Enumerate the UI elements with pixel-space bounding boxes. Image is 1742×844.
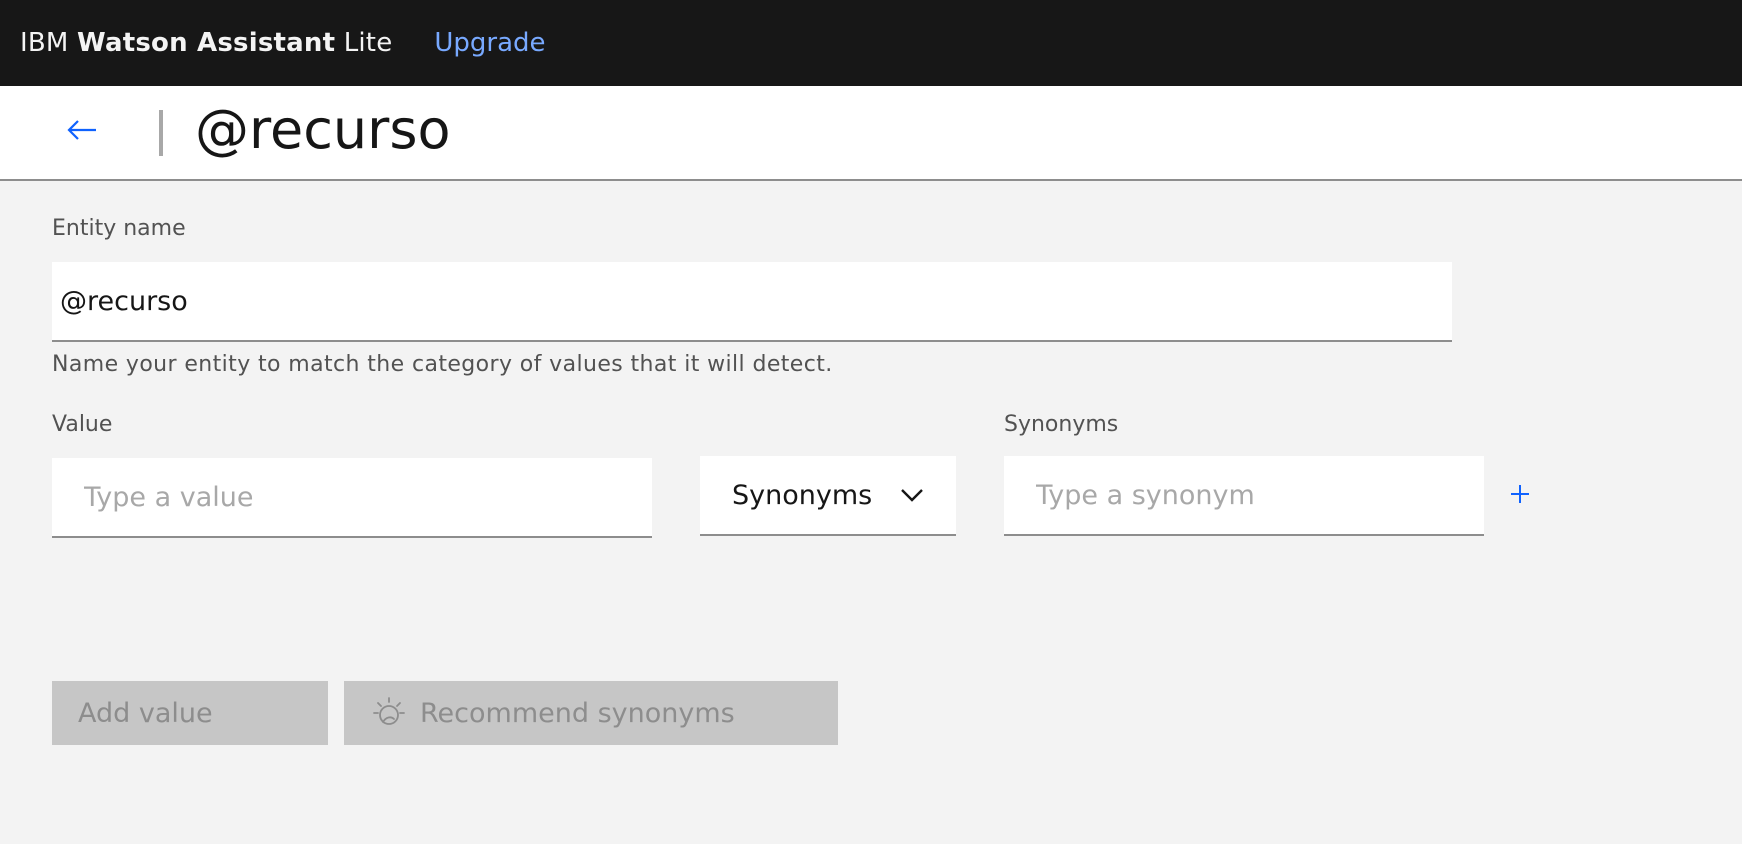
product-name: IBM Watson Assistant Lite — [20, 28, 392, 58]
chevron-down-icon — [901, 489, 923, 502]
watson-lightbulb-icon — [372, 696, 406, 730]
header-divider — [159, 110, 163, 156]
back-button[interactable] — [56, 108, 108, 152]
upgrade-link[interactable]: Upgrade — [434, 28, 545, 58]
dropdown-selected-label: Synonyms — [732, 479, 873, 511]
brand-bold: Watson Assistant — [77, 28, 336, 58]
add-value-button[interactable]: Add value — [52, 681, 328, 745]
brand-suffix: Lite — [343, 28, 393, 58]
entity-name-input[interactable] — [52, 262, 1452, 342]
page-header: @recurso — [0, 86, 1742, 181]
value-input[interactable] — [52, 458, 652, 538]
value-type-dropdown[interactable]: Synonyms — [700, 456, 956, 536]
plus-icon — [1511, 485, 1529, 503]
synonym-input[interactable] — [1004, 456, 1484, 536]
synonyms-label: Synonyms — [1004, 412, 1119, 437]
recommend-synonyms-button[interactable]: Recommend synonyms — [344, 681, 838, 745]
brand-prefix: IBM — [20, 28, 69, 58]
add-synonym-button[interactable] — [1504, 478, 1536, 510]
top-bar: IBM Watson Assistant Lite Upgrade — [0, 0, 1742, 86]
page-title: @recurso — [195, 98, 451, 161]
entity-name-helper: Name your entity to match the category o… — [52, 352, 833, 377]
arrow-left-icon — [67, 120, 96, 140]
recommend-synonyms-label: Recommend synonyms — [420, 697, 735, 729]
add-value-label: Add value — [78, 697, 213, 729]
entity-name-label: Entity name — [52, 216, 186, 241]
value-label: Value — [52, 412, 113, 437]
